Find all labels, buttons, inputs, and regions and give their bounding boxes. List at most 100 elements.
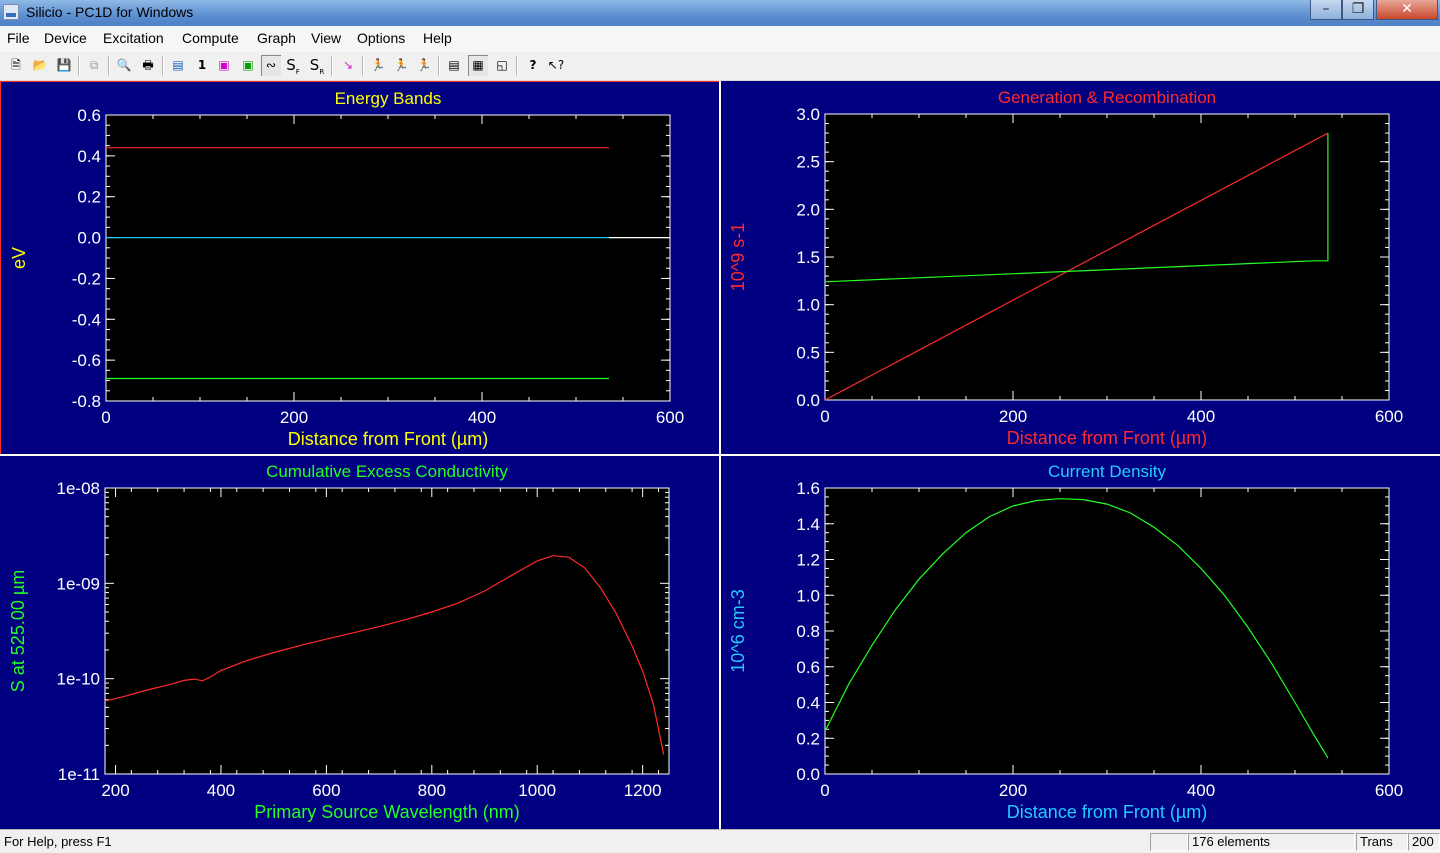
sr-sub: R [319,68,325,76]
toolbar: 🗎 📂 💾 ⧉ 🔍 🖶 ▤ 1 ▣ ▣ ∾ SF SR ↘ 🏃 🏃 🏃 ▤ ▦ … [0,52,1440,81]
cumulative-excess-conductivity-chart: Cumulative Excess Conductivity 200 400 600 8… [8,462,670,822]
toolbar-separator [438,56,440,76]
rear-recombination-icon[interactable]: SR [307,55,327,76]
plot-area [105,114,671,402]
menu-device[interactable]: Device [44,30,87,46]
y-tick-label: 0.0 [796,765,820,784]
y-tick-label: -0.6 [72,351,101,370]
run-icon[interactable]: 🏃 [368,55,388,76]
generation-recombination-panel[interactable]: Generation & Recombination 0 200 400 600 3.0 2… [720,81,1440,455]
maximize-button[interactable]: ❐ [1342,0,1374,20]
single-run-icon[interactable]: 1 [192,55,212,76]
status-empty-pane [1150,833,1188,851]
sf-sub: F [295,68,300,76]
plot-area [104,487,670,775]
chart-title: Cumulative Excess Conductivity [266,462,508,481]
x-tick-label: 1000 [518,781,556,800]
context-help-icon[interactable]: ↖? [546,55,566,76]
menu-bar: File Device Excitation Compute Graph Vie… [0,26,1440,52]
four-graphs-icon[interactable]: ▦ [468,55,488,76]
y-tick-label: 0.5 [796,343,820,362]
x-tick-label: 0 [101,408,110,427]
y-tick-label: 0.2 [77,188,101,207]
current-density-panel[interactable]: Current Density 0 200 400 600 1.6 1.4 1.2 1.0 0.8… [720,455,1440,829]
x-tick-label: 400 [468,408,496,427]
menu-file[interactable]: File [7,30,30,46]
y-tick-label: 1.6 [796,479,820,498]
open-folder-icon[interactable]: 📂 [30,55,50,76]
menu-view[interactable]: View [311,30,341,46]
y-tick-label: 2.0 [796,200,820,219]
x-axis-label: Distance from Front (µm) [1007,802,1207,822]
energy-bands-panel[interactable]: Energy Bands 0 200 400 600 0.6 0.4 0.2 0.0 -0.2 -0… [0,81,720,455]
new-file-icon[interactable]: 🗎 [6,55,26,76]
y-tick-label: -0.8 [72,392,101,411]
app-icon [3,4,19,20]
print-preview-icon[interactable]: 🔍 [114,55,134,76]
x-tick-label: 0 [820,407,829,426]
window-title: Silicio - PC1D for Windows [26,4,194,20]
run-stop-icon[interactable]: 🏃 [414,55,434,76]
menu-graph[interactable]: Graph [257,30,296,46]
y-tick-label: 1.4 [796,515,820,534]
x-tick-label: 1200 [624,781,662,800]
close-button[interactable]: ✕ [1376,0,1438,20]
y-tick-label: 1e-09 [57,574,100,593]
y-axis-label: S at 525.00 µm [8,570,28,692]
device-schematic-icon[interactable]: ▤ [168,55,188,76]
status-bar: For Help, press F1 176 elements Trans 20… [0,829,1440,853]
menu-excitation[interactable]: Excitation [103,30,164,46]
menu-compute[interactable]: Compute [182,30,239,46]
y-tick-label: 0.2 [796,729,820,748]
print-icon[interactable]: 🖶 [138,55,158,76]
run-batch-icon[interactable]: 🏃 [391,55,411,76]
plot-area [824,113,1390,401]
y-tick-label: 1.0 [796,586,820,605]
x-axis-label: Distance from Front (µm) [1007,428,1207,448]
minimize-button[interactable]: – [1310,0,1342,20]
title-bar: Silicio - PC1D for Windows – ❐ ✕ [0,0,1440,26]
single-graph-icon[interactable]: ▤ [444,55,464,76]
y-tick-label: 3.0 [796,105,820,124]
status-help-text: For Help, press F1 [4,834,112,849]
front-recombination-icon[interactable]: SF [283,55,303,76]
x-axis-label: Primary Source Wavelength (nm) [254,802,519,822]
toolbar-separator [78,56,80,76]
x-tick-label: 200 [999,407,1027,426]
y-tick-label: -0.2 [72,269,101,288]
menu-options[interactable]: Options [357,30,405,46]
menu-help[interactable]: Help [423,30,452,46]
y-tick-label: 1e-10 [57,670,100,689]
x-tick-label: 200 [999,781,1027,800]
help-icon[interactable]: ? [523,55,543,76]
y-tick-label: 1e-08 [57,479,100,498]
x-tick-label: 400 [1187,407,1215,426]
y-tick-label: 0.4 [796,694,820,713]
x-tick-label: 200 [101,781,129,800]
copy-icon[interactable]: ⧉ [84,55,104,76]
y-tick-label: 0.6 [77,106,101,125]
panel-divider-horizontal [0,454,1440,456]
y-tick-label: 1.2 [796,551,820,570]
chart-title: Energy Bands [335,89,442,108]
y-axis-label: 10^6 cm-3 [728,589,748,672]
cumulative-excess-conductivity-panel[interactable]: Cumulative Excess Conductivity 200 400 600 8… [0,455,720,829]
x-tick-label: 600 [1375,781,1403,800]
front-reflectance-icon[interactable]: ▣ [214,55,234,76]
chart-title: Current Density [1048,462,1167,481]
y-tick-label: 0.6 [796,658,820,677]
wave-icon[interactable]: ∾ [261,55,281,76]
zoom-graph-icon[interactable]: ◱ [492,55,512,76]
y-tick-label: 2.5 [796,153,820,172]
x-tick-label: 400 [207,781,235,800]
graph-arrow-icon[interactable]: ↘ [338,55,358,76]
save-icon[interactable]: 💾 [54,55,74,76]
y-tick-label: 0.0 [796,391,820,410]
y-axis-label: eV [9,247,29,269]
status-mode: Trans [1356,833,1408,851]
y-tick-label: 0.8 [796,622,820,641]
sf-label: S [286,56,296,74]
x-tick-label: 200 [280,408,308,427]
x-tick-label: 600 [1375,407,1403,426]
rear-reflectance-icon[interactable]: ▣ [238,55,258,76]
